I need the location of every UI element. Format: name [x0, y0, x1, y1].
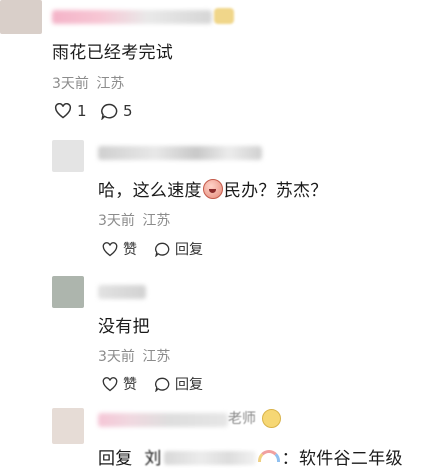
username-blurred[interactable] [98, 413, 228, 427]
reply-button[interactable]: 回复 [154, 374, 203, 394]
comment-time: 3天前 [52, 76, 89, 92]
comment-meta: 3天前 江苏 [52, 73, 124, 93]
comment-text: 雨花已经考完试 [52, 43, 174, 63]
username-emoji [214, 8, 234, 24]
heart-outline-icon [54, 103, 72, 119]
comment-location: 江苏 [142, 213, 171, 229]
like-count: 1 [77, 102, 87, 120]
avatar[interactable] [52, 276, 84, 308]
avatar[interactable] [52, 408, 84, 444]
speech-bubble-icon [155, 377, 170, 392]
comment-location: 江苏 [96, 76, 125, 92]
comment-location: 江苏 [142, 349, 171, 365]
reply-count: 5 [123, 102, 133, 120]
comment-meta: 3天前 江苏 [98, 210, 170, 230]
comment-time: 3天前 [98, 213, 135, 229]
like-label: 赞 [123, 242, 137, 258]
blushing-face-emoji [202, 179, 223, 199]
username-visible-part: 老师 [228, 411, 256, 427]
like-label: 赞 [123, 377, 137, 393]
reply-button[interactable]: 回复 [154, 239, 203, 259]
reply-prefix: 回复 [98, 449, 133, 469]
like-button[interactable]: 1 [54, 102, 87, 120]
comment-text-start: 哈，这么速度 [98, 181, 202, 201]
reply-text: ：软件谷二年级 [281, 449, 403, 469]
heart-outline-icon [102, 241, 118, 256]
reply-label: 回复 [175, 242, 203, 258]
speech-bubble-icon [155, 242, 170, 257]
reply-target-partial: 刘 [144, 449, 162, 469]
username-blurred[interactable] [98, 285, 146, 299]
avatar[interactable] [0, 0, 42, 34]
heart-outline-icon [102, 376, 118, 391]
rainbow-emoji [257, 450, 280, 462]
avatar[interactable] [52, 140, 84, 172]
comment-meta: 3天前 江苏 [98, 346, 170, 366]
username-blurred[interactable] [98, 146, 262, 160]
username-blurred[interactable] [52, 10, 212, 24]
like-button[interactable]: 赞 [102, 239, 137, 259]
smile-emoji [262, 409, 281, 428]
comment-text: 没有把 [98, 317, 150, 337]
reply-target-blurred[interactable] [163, 451, 256, 465]
reply-button[interactable]: 5 [100, 102, 133, 120]
reply-label: 回复 [175, 377, 203, 393]
like-button[interactable]: 赞 [102, 374, 137, 394]
comment-text: 哈，这么速度 民办？苏杰？ [98, 176, 328, 201]
comment-time: 3天前 [98, 349, 135, 365]
comment-text-end: 民办？苏杰？ [223, 181, 328, 201]
speech-bubble-icon [101, 103, 118, 120]
comment-text: 回复 刘 ：软件谷二年级 [98, 444, 403, 469]
